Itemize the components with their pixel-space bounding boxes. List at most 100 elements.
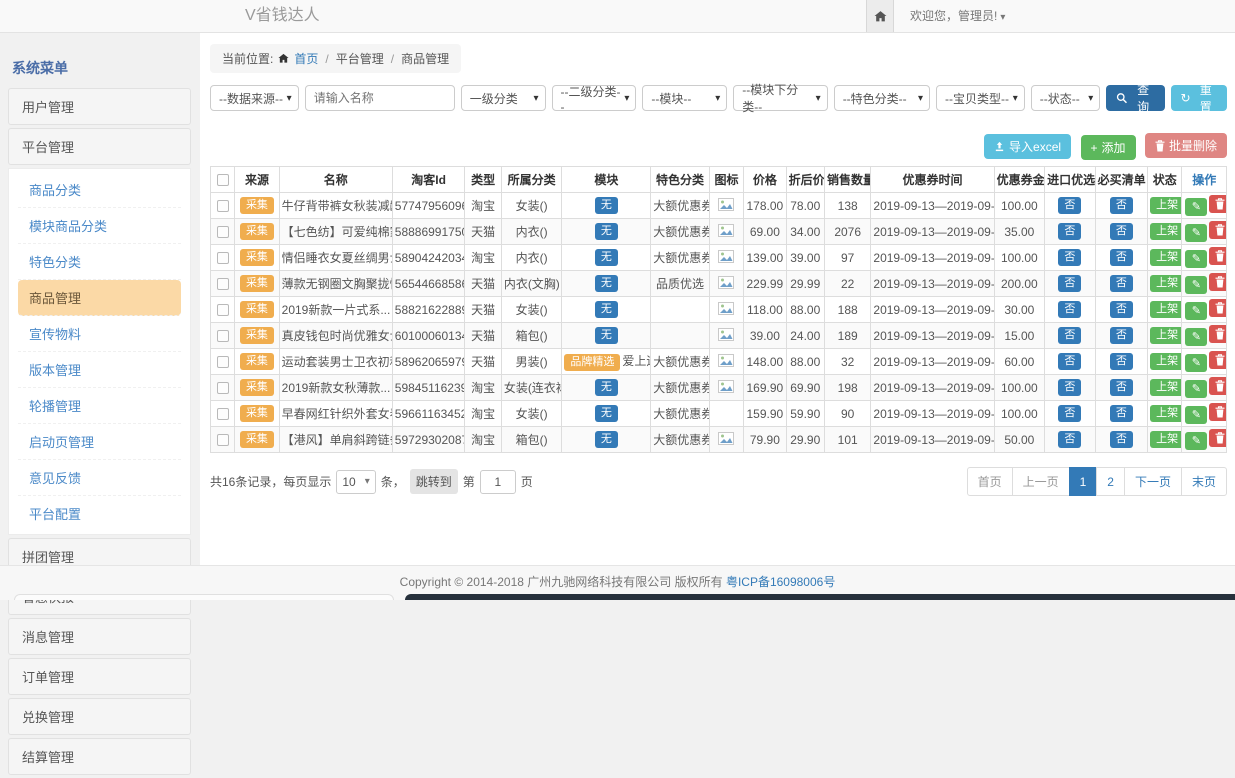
delete-button[interactable] — [1209, 429, 1226, 447]
sidebar-subitem[interactable]: 平台配置 — [18, 496, 181, 531]
delete-button[interactable] — [1209, 403, 1226, 421]
breadcrumb-item[interactable]: 平台管理 — [336, 50, 384, 67]
sidebar-section[interactable]: 用户管理 — [8, 88, 191, 125]
status-toggle[interactable]: 上架 — [1150, 249, 1182, 266]
edit-button[interactable]: ✎ — [1185, 354, 1207, 372]
must-buy-toggle[interactable]: 否 — [1110, 197, 1133, 214]
row-checkbox[interactable] — [217, 252, 229, 264]
delete-button[interactable] — [1209, 377, 1226, 395]
page-button-2[interactable]: 2 — [1096, 467, 1125, 496]
edit-button[interactable]: ✎ — [1185, 198, 1207, 216]
import-toggle[interactable]: 否 — [1058, 379, 1081, 396]
icp-link[interactable]: 粤ICP备16098006号 — [726, 575, 835, 589]
must-buy-toggle[interactable]: 否 — [1110, 301, 1133, 318]
must-buy-toggle[interactable]: 否 — [1110, 275, 1133, 292]
page-button-1[interactable]: 1 — [1069, 467, 1098, 496]
filter-select[interactable]: --宝贝类型--▾ — [936, 85, 1025, 111]
row-checkbox[interactable] — [217, 408, 229, 420]
edit-button[interactable]: ✎ — [1185, 432, 1207, 450]
sidebar-subitem[interactable]: 意见反馈 — [18, 460, 181, 496]
must-buy-toggle[interactable]: 否 — [1110, 431, 1133, 448]
filter-select[interactable]: --模块下分类--▾ — [733, 85, 827, 111]
module-badge[interactable]: 无 — [595, 379, 618, 396]
sidebar-section[interactable]: 消息管理 — [8, 618, 191, 655]
page-button-上一页[interactable]: 上一页 — [1012, 467, 1070, 496]
import-toggle[interactable]: 否 — [1058, 223, 1081, 240]
filter-select[interactable]: --特色分类--▾ — [834, 85, 930, 111]
module-badge[interactable]: 无 — [595, 223, 618, 240]
import-toggle[interactable]: 否 — [1058, 249, 1081, 266]
filter-select[interactable]: --二级分类--▾ — [552, 85, 637, 111]
sidebar-section[interactable]: 平台管理 — [8, 128, 191, 165]
module-badge[interactable]: 品牌精选 — [564, 354, 620, 371]
sidebar-subitem[interactable]: 启动页管理 — [18, 424, 181, 460]
status-toggle[interactable]: 上架 — [1150, 301, 1182, 318]
filter-select[interactable]: --状态--▾ — [1031, 85, 1101, 111]
module-badge[interactable]: 无 — [595, 431, 618, 448]
must-buy-toggle[interactable]: 否 — [1110, 327, 1133, 344]
delete-button[interactable] — [1209, 325, 1226, 343]
import-toggle[interactable]: 否 — [1058, 353, 1081, 370]
delete-button[interactable] — [1209, 351, 1226, 369]
name-search-input[interactable] — [305, 85, 455, 111]
filter-select[interactable]: --模块--▾ — [642, 85, 727, 111]
row-checkbox[interactable] — [217, 330, 229, 342]
module-badge[interactable]: 无 — [595, 275, 618, 292]
sidebar-section[interactable]: 结算管理 — [8, 738, 191, 775]
module-badge[interactable]: 无 — [595, 405, 618, 422]
sidebar-subitem[interactable]: 特色分类 — [18, 244, 181, 280]
edit-button[interactable]: ✎ — [1185, 276, 1207, 294]
filter-select[interactable]: 一级分类▾ — [461, 85, 546, 111]
module-badge[interactable]: 无 — [595, 327, 618, 344]
status-toggle[interactable]: 上架 — [1150, 379, 1182, 396]
row-checkbox[interactable] — [217, 200, 229, 212]
delete-button[interactable] — [1209, 195, 1226, 213]
row-checkbox[interactable] — [217, 434, 229, 446]
must-buy-toggle[interactable]: 否 — [1110, 405, 1133, 422]
status-toggle[interactable]: 上架 — [1150, 223, 1182, 240]
jump-page-input[interactable] — [480, 470, 516, 494]
status-toggle[interactable]: 上架 — [1150, 405, 1182, 422]
row-checkbox[interactable] — [217, 226, 229, 238]
page-button-末页[interactable]: 末页 — [1181, 467, 1227, 496]
import-toggle[interactable]: 否 — [1058, 197, 1081, 214]
sidebar-section[interactable]: 订单管理 — [8, 658, 191, 695]
edit-button[interactable]: ✎ — [1185, 250, 1207, 268]
status-toggle[interactable]: 上架 — [1150, 275, 1182, 292]
home-button[interactable] — [866, 0, 894, 32]
import-toggle[interactable]: 否 — [1058, 327, 1081, 344]
import-toggle[interactable]: 否 — [1058, 275, 1081, 292]
sidebar-subitem[interactable]: 轮播管理 — [18, 388, 181, 424]
reset-button[interactable]: ↻ 重置 — [1171, 85, 1227, 111]
import-toggle[interactable]: 否 — [1058, 301, 1081, 318]
sidebar-subitem[interactable]: 宣传物料 — [18, 316, 181, 352]
row-checkbox[interactable] — [217, 356, 229, 368]
must-buy-toggle[interactable]: 否 — [1110, 379, 1133, 396]
edit-button[interactable]: ✎ — [1185, 380, 1207, 398]
edit-button[interactable]: ✎ — [1185, 224, 1207, 242]
filter-select[interactable]: --数据来源--▾ — [210, 85, 299, 111]
status-toggle[interactable]: 上架 — [1150, 431, 1182, 448]
page-button-首页[interactable]: 首页 — [967, 467, 1013, 496]
delete-button[interactable] — [1209, 221, 1226, 239]
module-badge[interactable]: 无 — [595, 249, 618, 266]
search-button[interactable]: 查询 — [1106, 85, 1164, 111]
page-size-select[interactable]: 10 ▾ — [336, 470, 375, 494]
module-badge[interactable]: 无 — [595, 301, 618, 318]
import-excel-button[interactable]: 导入excel — [984, 134, 1071, 159]
must-buy-toggle[interactable]: 否 — [1110, 223, 1133, 240]
delete-button[interactable] — [1209, 247, 1226, 265]
import-toggle[interactable]: 否 — [1058, 405, 1081, 422]
select-all-checkbox[interactable] — [217, 174, 229, 186]
sidebar-section[interactable]: 兑换管理 — [8, 698, 191, 735]
sidebar-subitem[interactable]: 模块商品分类 — [18, 208, 181, 244]
edit-button[interactable]: ✎ — [1185, 406, 1207, 424]
add-button[interactable]: + 添加 — [1081, 135, 1136, 160]
status-toggle[interactable]: 上架 — [1150, 197, 1182, 214]
user-menu[interactable]: 欢迎您，管理员!▾ — [894, 0, 1005, 32]
jump-button[interactable]: 跳转到 — [410, 469, 458, 494]
edit-button[interactable]: ✎ — [1185, 328, 1207, 346]
batch-delete-button[interactable]: 批量删除 — [1145, 133, 1227, 158]
sidebar-subitem[interactable]: 版本管理 — [18, 352, 181, 388]
sidebar-subitem[interactable]: 商品分类 — [18, 172, 181, 208]
